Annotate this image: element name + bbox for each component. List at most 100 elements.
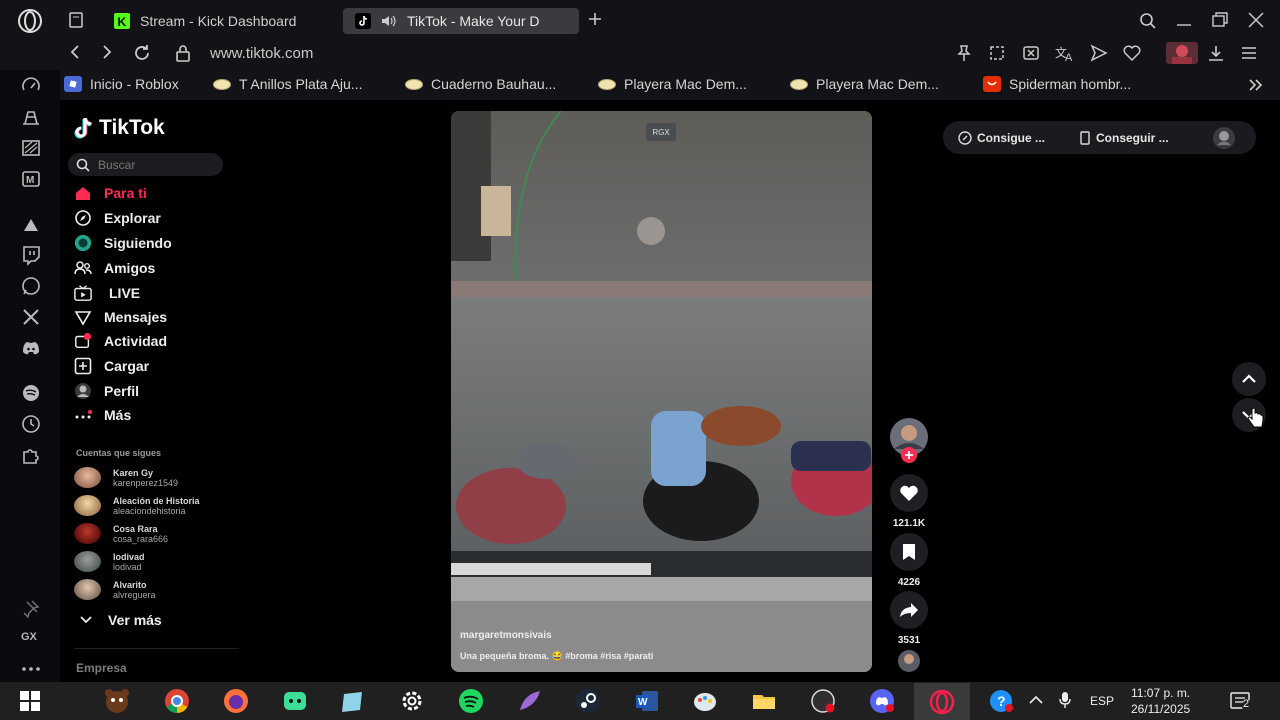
ad-block-icon[interactable] [1022, 44, 1040, 62]
more-dots-icon[interactable] [20, 658, 42, 680]
sound-disc[interactable] [886, 650, 932, 672]
search-tabs-icon[interactable] [1139, 12, 1157, 30]
bookmark-cuaderno[interactable]: Cuaderno Bauhau... [405, 76, 556, 92]
taskbar-clock[interactable]: 11:07 p. m. 26/11/2025 [1131, 685, 1190, 717]
save-action[interactable]: 4226 [886, 533, 932, 588]
steam-icon[interactable] [575, 688, 601, 714]
account-item[interactable]: Alvarito alvreguera [74, 579, 156, 600]
nav-para-ti[interactable]: Para ti [74, 182, 147, 204]
new-tab-plus-icon[interactable] [588, 12, 602, 26]
notes-app-icon[interactable] [340, 688, 366, 714]
tiktok-logo[interactable]: TikTok [73, 116, 165, 140]
input-language[interactable]: ESP [1090, 694, 1114, 708]
file-explorer-icon[interactable] [751, 688, 777, 714]
speed-dial-icon[interactable] [20, 75, 42, 97]
windows-start-icon[interactable] [17, 688, 43, 714]
tab-tiktok[interactable]: TikTok - Make Your D [343, 8, 579, 34]
pin-icon[interactable] [956, 44, 972, 62]
translate-icon[interactable]: 文A [1055, 44, 1075, 62]
firefox-icon[interactable] [223, 688, 249, 714]
close-window-icon[interactable] [1248, 12, 1264, 28]
profile-avatar[interactable] [1166, 42, 1198, 64]
forward-icon[interactable] [100, 44, 114, 60]
gx-control-icon[interactable] [20, 106, 42, 128]
share-action[interactable]: 3531 [886, 591, 932, 646]
obs-recording-icon[interactable] [810, 688, 836, 714]
easy-setup-menu-icon[interactable] [1240, 44, 1258, 62]
nav-mensajes[interactable]: Mensajes [74, 306, 167, 328]
restore-icon[interactable] [1211, 12, 1229, 28]
nav-siguiendo[interactable]: Siguiendo [74, 232, 172, 254]
bookmark-anillos[interactable]: T Anillos Plata Aju... [213, 76, 362, 92]
nav-cargar[interactable]: Cargar [74, 355, 149, 377]
extensions-icon[interactable] [20, 444, 42, 466]
see-more-button[interactable]: Ver más [80, 612, 162, 628]
active-browser-taskbar-item[interactable] [914, 683, 970, 720]
previous-video-button[interactable] [1232, 362, 1266, 396]
discord-taskbar-icon[interactable] [869, 688, 895, 714]
help-tips-icon[interactable]: ? [988, 688, 1014, 714]
bookmark-roblox[interactable]: Inicio - Roblox [64, 76, 179, 92]
settings-gear-icon[interactable] [399, 688, 425, 714]
nav-actividad[interactable]: Actividad [74, 330, 167, 352]
account-item[interactable]: lodivad lodivad [74, 551, 145, 572]
gx-store-icon[interactable] [20, 214, 42, 236]
gx-corner-icon[interactable] [20, 137, 42, 159]
whatsapp-icon[interactable] [20, 275, 42, 297]
user-avatar[interactable] [1212, 126, 1236, 150]
word-icon[interactable]: W [634, 688, 660, 714]
discord-icon[interactable] [20, 337, 42, 359]
download-icon[interactable] [1207, 44, 1225, 62]
microphone-icon[interactable] [1058, 691, 1072, 709]
tab-list-icon[interactable] [68, 12, 84, 28]
get-app-button[interactable]: Conseguir ... [1079, 131, 1169, 145]
notification-center-icon[interactable] [1228, 690, 1256, 714]
spotify-taskbar-icon[interactable] [458, 688, 484, 714]
bookmark-playera-2[interactable]: Playera Mac Dem... [790, 76, 939, 92]
get-coins-button[interactable]: Consigue ... [958, 131, 1045, 145]
video-author[interactable]: margaretmonsivais [460, 630, 552, 641]
nav-mas[interactable]: Más [74, 404, 131, 426]
bookmark-spiderman[interactable]: Spiderman hombr... [983, 76, 1131, 92]
account-item[interactable]: Cosa Rara cosa_rara666 [74, 523, 168, 544]
chrome-icon[interactable] [164, 688, 190, 714]
share-arrow-icon[interactable] [890, 591, 928, 629]
url-field[interactable]: www.tiktok.com [210, 45, 313, 62]
gmail-icon[interactable]: M [20, 168, 42, 190]
x-twitter-icon[interactable] [20, 306, 42, 328]
nav-live[interactable]: LIVE [74, 282, 140, 304]
creator-avatar-follow[interactable] [886, 417, 932, 465]
reload-icon[interactable] [133, 44, 151, 62]
back-icon[interactable] [68, 44, 82, 60]
search-box[interactable] [68, 153, 223, 176]
account-item[interactable]: Aleación de Historia aleaciondehistoria [74, 495, 200, 516]
search-input[interactable] [98, 157, 208, 172]
bookmark-playera-1[interactable]: Playera Mac Dem... [598, 76, 747, 92]
spotify-icon[interactable] [20, 382, 42, 404]
heart-icon[interactable] [890, 474, 928, 512]
feather-app-icon[interactable] [516, 688, 542, 714]
lock-icon[interactable] [175, 44, 191, 62]
nav-perfil[interactable]: Perfil [74, 380, 139, 402]
opera-gx-logo-icon[interactable] [17, 8, 43, 34]
video-player[interactable] [451, 111, 872, 672]
tab-kick-dashboard[interactable]: K Stream - Kick Dashboard [102, 8, 330, 34]
pin-sidebar-icon[interactable] [20, 597, 42, 619]
system-tray-chevron-icon[interactable] [1028, 694, 1044, 706]
paint-app-icon[interactable] [692, 688, 718, 714]
more-bookmarks-chevron-icon[interactable] [1248, 78, 1264, 92]
company-link[interactable]: Empresa [76, 661, 127, 675]
history-clock-icon[interactable] [20, 413, 42, 435]
speaker-icon[interactable] [381, 14, 397, 28]
snapshot-icon[interactable] [988, 44, 1006, 62]
twitch-icon[interactable] [20, 244, 42, 266]
like-action[interactable]: 121.1K [886, 474, 932, 529]
freddy-app-icon[interactable] [104, 688, 130, 714]
nav-amigos[interactable]: Amigos [74, 257, 155, 279]
minimize-icon[interactable] [1176, 12, 1192, 28]
send-icon[interactable] [1090, 44, 1108, 62]
heart-bookmark-icon[interactable] [1123, 44, 1141, 62]
nav-explorar[interactable]: Explorar [74, 207, 161, 229]
bookmark-icon[interactable] [890, 533, 928, 571]
gx-label[interactable]: GX [21, 631, 37, 643]
